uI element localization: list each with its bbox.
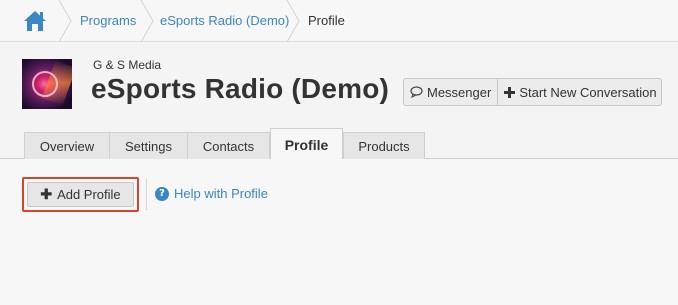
page-title: eSports Radio (Demo) <box>91 73 390 104</box>
add-profile-button[interactable]: ✚ Add Profile <box>27 182 134 207</box>
tab-profile[interactable]: Profile <box>270 128 343 160</box>
chevron-separator-icon <box>286 0 300 42</box>
add-profile-label: Add Profile <box>57 187 121 202</box>
question-circle-icon: ? <box>155 186 169 201</box>
start-conversation-button[interactable]: Start New Conversation <box>497 79 662 105</box>
divider <box>146 178 147 210</box>
breadcrumb-program[interactable]: eSports Radio (Demo) <box>160 13 289 28</box>
tab-contacts[interactable]: Contacts <box>187 132 270 159</box>
tab-products[interactable]: Products <box>343 132 425 159</box>
start-conversation-label: Start New Conversation <box>519 84 657 100</box>
messenger-label: Messenger <box>427 84 492 100</box>
breadcrumb-current: Profile <box>308 13 345 28</box>
plus-icon: ✚ <box>40 186 53 202</box>
company-name: G & S Media <box>93 58 162 72</box>
chevron-separator-icon <box>140 0 154 42</box>
messenger-button[interactable]: Messenger <box>404 79 497 105</box>
breadcrumb: Programs eSports Radio (Demo) Profile <box>0 0 678 42</box>
help-link[interactable]: ? Help with Profile <box>155 186 268 201</box>
speech-bubble-icon <box>410 86 423 98</box>
chevron-separator-icon <box>58 0 72 42</box>
breadcrumb-programs[interactable]: Programs <box>80 13 136 28</box>
tab-overview[interactable]: Overview <box>24 132 110 159</box>
program-thumbnail <box>22 59 72 109</box>
plus-icon <box>504 86 516 98</box>
profile-content: ✚ Add Profile ? Help with Profile <box>0 159 678 305</box>
home-button[interactable] <box>12 8 58 34</box>
header-button-group: Messenger Start New Conversation <box>403 78 662 106</box>
tab-bar: Overview Settings Contacts Profile Produ… <box>0 128 678 160</box>
home-icon <box>24 11 46 31</box>
help-label: Help with Profile <box>174 186 268 201</box>
tab-settings[interactable]: Settings <box>109 132 188 159</box>
